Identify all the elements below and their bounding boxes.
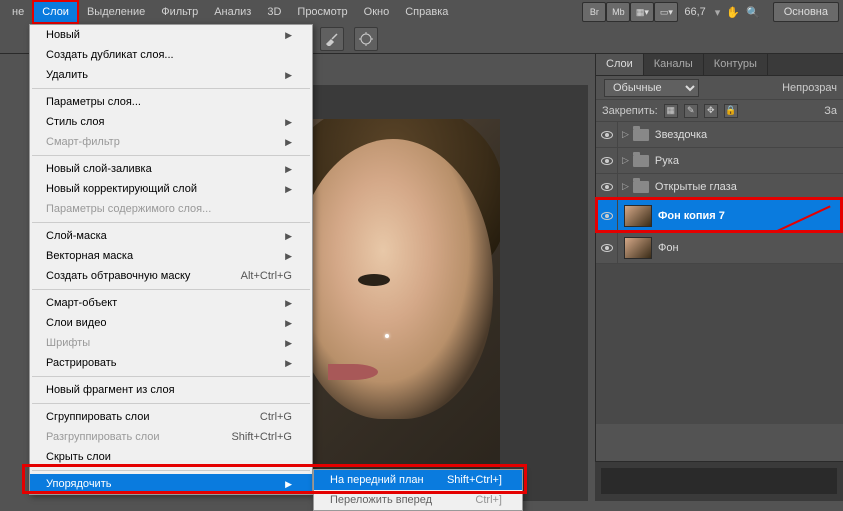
layer-name[interactable]: Фон [658, 242, 843, 254]
folder-icon [633, 155, 649, 167]
eye-icon [601, 131, 613, 139]
menu-help[interactable]: Справка [397, 2, 456, 22]
submenu-bring-to-front[interactable]: На передний планShift+Ctrl+] [314, 470, 522, 490]
menu-new[interactable]: Новый▶ [30, 25, 312, 45]
layer-name[interactable]: Звездочка [655, 129, 843, 141]
layer-row-group[interactable]: ▷ Открытые глаза [596, 174, 843, 200]
menu-layer-mask[interactable]: Слой-маска▶ [30, 226, 312, 246]
lock-row: Закрепить: ▦ ✎ ✥ 🔒 За [596, 100, 843, 122]
eye-icon [601, 157, 613, 165]
panel-tabs: Слои Каналы Контуры [596, 54, 843, 76]
menu-clipping-mask[interactable]: Создать обтравочную маскуAlt+Ctrl+G [30, 266, 312, 286]
document-image[interactable] [313, 119, 500, 501]
menu-layer-props[interactable]: Параметры слоя... [30, 92, 312, 112]
menu-view[interactable]: Просмотр [289, 2, 355, 22]
bridge-button[interactable]: Br [582, 2, 606, 22]
zoom-tool-icon[interactable]: 🔍 [743, 6, 763, 19]
layer-row[interactable]: Фон [596, 232, 843, 264]
menubar: не Слои Выделение Фильтр Анализ 3D Просм… [0, 0, 843, 24]
disclosure-triangle-icon[interactable]: ▷ [622, 129, 629, 140]
menu-duplicate[interactable]: Создать дубликат слоя... [30, 45, 312, 65]
tab-channels[interactable]: Каналы [644, 54, 704, 75]
eye-icon [601, 212, 613, 220]
fill-label: За [824, 105, 837, 117]
menu-layer-style[interactable]: Стиль слоя▶ [30, 112, 312, 132]
menu-vector-mask[interactable]: Векторная маска▶ [30, 246, 312, 266]
layer-list-empty [596, 264, 843, 424]
bottom-panel [595, 461, 843, 501]
menu-layers[interactable]: Слои [32, 0, 79, 24]
blend-mode-select[interactable]: Обычные [604, 79, 699, 97]
minibridge-button[interactable]: Mb [606, 2, 630, 22]
menu-filter[interactable]: Фильтр [153, 2, 206, 22]
layer-row-group[interactable]: ▷ Рука [596, 148, 843, 174]
disclosure-triangle-icon[interactable]: ▷ [622, 155, 629, 166]
tab-layers[interactable]: Слои [596, 54, 644, 75]
layer-thumbnail[interactable] [624, 205, 652, 227]
folder-icon [633, 181, 649, 193]
menu-arrange[interactable]: Упорядочить▶ [30, 474, 312, 494]
menu-window[interactable]: Окно [356, 2, 398, 22]
lock-transparency-icon[interactable]: ▦ [664, 104, 678, 118]
lock-position-icon[interactable]: ✥ [704, 104, 718, 118]
view-extras-button[interactable]: ▭▾ [654, 2, 678, 22]
arrange-submenu: На передний планShift+Ctrl+] Переложить … [313, 469, 523, 511]
eye-icon [601, 183, 613, 191]
menu-group[interactable]: Сгруппировать слоиCtrl+G [30, 407, 312, 427]
tab-paths[interactable]: Контуры [704, 54, 768, 75]
menu-new-fill[interactable]: Новый слой-заливка▶ [30, 159, 312, 179]
disclosure-triangle-icon[interactable]: ▷ [622, 181, 629, 192]
layer-thumbnail[interactable] [624, 237, 652, 259]
menu-hide-layers[interactable]: Скрыть слои [30, 447, 312, 467]
menu-delete[interactable]: Удалить▶ [30, 65, 312, 85]
menu-analysis[interactable]: Анализ [206, 2, 259, 22]
menu-smart-filter: Смарт-фильтр▶ [30, 132, 312, 152]
layers-panel: Слои Каналы Контуры Обычные Непрозрач За… [595, 54, 843, 501]
layer-name[interactable]: Рука [655, 155, 843, 167]
visibility-toggle[interactable] [596, 200, 618, 231]
brush-settings-icon[interactable] [354, 27, 378, 51]
menu-smart-object[interactable]: Смарт-объект▶ [30, 293, 312, 313]
submenu-bring-forward[interactable]: Переложить впередCtrl+] [314, 490, 522, 510]
layer-list: ▷ Звездочка ▷ Рука ▷ Открытые глаза Фон … [596, 122, 843, 424]
lock-all-icon[interactable]: 🔒 [724, 104, 738, 118]
folder-icon [633, 129, 649, 141]
menu-edit-partial[interactable]: не [4, 2, 32, 22]
screen-mode-button[interactable]: ▦▾ [630, 2, 654, 22]
menu-content-opts: Параметры содержимого слоя... [30, 199, 312, 219]
visibility-toggle[interactable] [596, 122, 618, 147]
menu-new-adjust[interactable]: Новый корректирующий слой▶ [30, 179, 312, 199]
blend-mode-row: Обычные Непрозрач [596, 76, 843, 100]
workspace-button[interactable]: Основна [773, 2, 839, 22]
hand-tool-icon[interactable]: ✋ [723, 6, 743, 19]
menu-new-slice[interactable]: Новый фрагмент из слоя [30, 380, 312, 400]
lock-pixels-icon[interactable]: ✎ [684, 104, 698, 118]
menu-video-layers[interactable]: Слои видео▶ [30, 313, 312, 333]
zoom-level[interactable]: 66,7 [678, 4, 711, 20]
menu-3d[interactable]: 3D [259, 2, 289, 22]
visibility-toggle[interactable] [596, 148, 618, 173]
menu-ungroup: Разгруппировать слоиShift+Ctrl+G [30, 427, 312, 447]
layer-name[interactable]: Открытые глаза [655, 181, 843, 193]
menu-rasterize[interactable]: Растрировать▶ [30, 353, 312, 373]
visibility-toggle[interactable] [596, 232, 618, 263]
zoom-dropdown-icon[interactable]: ▾ [712, 6, 724, 19]
visibility-toggle[interactable] [596, 174, 618, 199]
opacity-label: Непрозрач [782, 82, 837, 94]
menu-fonts: Шрифты▶ [30, 333, 312, 353]
menu-select[interactable]: Выделение [79, 2, 153, 22]
tool-preset-icon[interactable] [320, 27, 344, 51]
layer-row-group[interactable]: ▷ Звездочка [596, 122, 843, 148]
eye-icon [601, 244, 613, 252]
lock-label: Закрепить: [602, 105, 658, 117]
layers-dropdown-menu: Новый▶ Создать дубликат слоя... Удалить▶… [29, 24, 313, 495]
